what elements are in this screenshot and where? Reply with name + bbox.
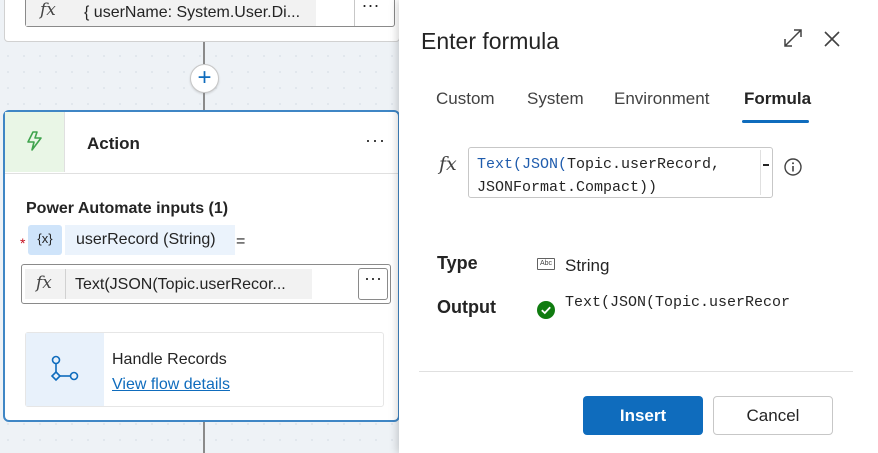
action-more-button[interactable]: ··· (365, 130, 386, 151)
flow-icon-container (26, 333, 104, 406)
tab-environment[interactable]: Environment (614, 89, 709, 109)
formula-editor[interactable]: Text(JSON(Topic.userRecord, JSONFormat.C… (468, 147, 773, 198)
expand-icon[interactable] (783, 28, 803, 48)
close-icon[interactable] (822, 29, 842, 49)
fx-icon: fx (40, 0, 56, 20)
check-circle-icon (537, 301, 555, 319)
action-icon-container (5, 112, 65, 172)
output-value: Text(JSON(Topic.userRecor (565, 294, 791, 311)
fx-icon: fx (439, 153, 457, 175)
insert-button[interactable]: Insert (583, 396, 703, 435)
background-page-edge (869, 230, 878, 350)
text-type-icon: Abc (537, 258, 555, 270)
enter-formula-dialog: Enter formula Custom System Environment … (399, 0, 878, 453)
flow-title: Handle Records (112, 351, 227, 368)
more-options-button[interactable]: ··· (354, 0, 386, 26)
input-formula-field[interactable]: fx Text(JSON(Topic.userRecor... ··· (21, 264, 391, 304)
lightning-icon (27, 131, 42, 151)
dialog-title: Enter formula (421, 28, 560, 54)
active-tab-indicator (742, 120, 809, 123)
input-formula-text: Text(JSON(Topic.userRecor... (75, 276, 286, 293)
type-value: String (565, 256, 610, 275)
formula-text: Text(JSON(Topic.userRecord, JSONFormat.C… (477, 156, 721, 196)
action-node-card[interactable]: Action ··· Power Automate inputs (1) * {… (3, 110, 400, 422)
divider (65, 269, 66, 299)
info-icon[interactable] (783, 157, 803, 177)
type-label: Type (437, 253, 478, 273)
fx-icon: fx (36, 273, 52, 293)
previous-node-card[interactable]: fx { userName: System.User.Di... ··· (4, 0, 400, 42)
tab-custom[interactable]: Custom (436, 89, 495, 109)
connector-line (203, 42, 205, 64)
power-automate-inputs-label: Power Automate inputs (1) (26, 200, 229, 217)
flow-canvas: fx { userName: System.User.Di... ··· + A… (0, 0, 420, 453)
output-label: Output (437, 297, 496, 317)
previous-formula-text: { userName: System.User.Di... (84, 4, 301, 21)
connector-line (203, 422, 205, 453)
formula-scrollbar[interactable] (760, 150, 770, 195)
action-header: Action ··· (5, 112, 398, 174)
input-more-button[interactable]: ··· (358, 268, 388, 300)
variable-icon: {x} (28, 225, 62, 255)
action-title: Action (87, 134, 140, 153)
variable-name: userRecord (String) (65, 225, 235, 255)
view-flow-details-link[interactable]: View flow details (112, 376, 230, 394)
connector-line (203, 93, 205, 110)
flow-card: Handle Records View flow details (25, 332, 384, 407)
cancel-button[interactable]: Cancel (713, 396, 833, 435)
add-node-button[interactable]: + (190, 64, 219, 93)
flow-icon (50, 355, 79, 382)
previous-formula-field[interactable]: fx { userName: System.User.Di... ··· (25, 0, 395, 27)
footer-divider (419, 371, 853, 372)
tab-formula[interactable]: Formula (744, 89, 811, 109)
equals-sign: = (236, 233, 246, 250)
tab-system[interactable]: System (527, 89, 584, 109)
required-indicator: * (20, 235, 26, 251)
